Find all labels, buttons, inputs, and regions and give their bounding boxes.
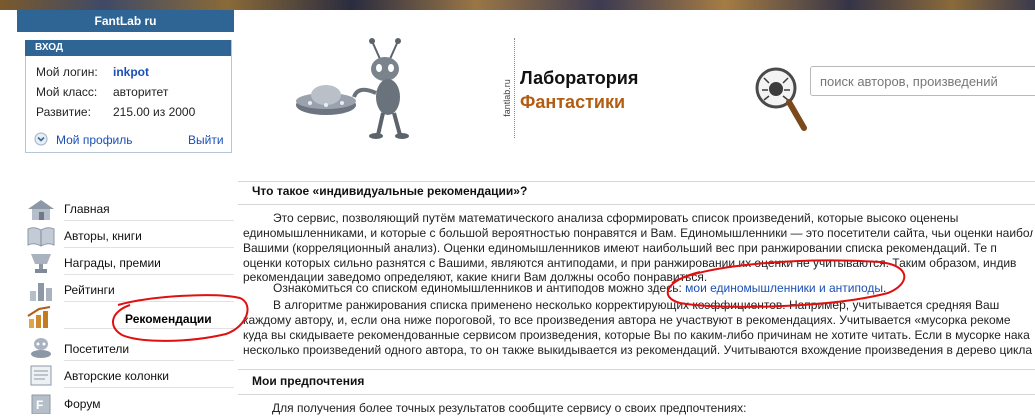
site-tag-vertical: fantlab.ru — [500, 38, 515, 138]
nav-divider — [64, 328, 234, 329]
section-divider — [238, 369, 1035, 370]
svg-text:F: F — [36, 398, 43, 412]
nav-divider — [64, 274, 234, 275]
site-tag-text: fantlab.ru — [501, 79, 512, 117]
paragraph-line: Вашими (корреляционный анализ). Оценки е… — [243, 241, 997, 255]
nav-divider — [64, 360, 234, 361]
site-name-header[interactable]: FantLab ru — [17, 10, 234, 32]
nav-item-recommendations[interactable]: Рекомендации — [125, 312, 212, 326]
nav-item-main[interactable]: Главная — [64, 202, 110, 216]
paragraph-line: единомышленниками, и которые с большой в… — [243, 226, 1033, 240]
development-label: Развитие: — [36, 105, 91, 119]
bar-chart-icon[interactable] — [25, 279, 57, 301]
friends-text: Ознакомиться со списком единомышленников… — [273, 281, 682, 295]
login-title-text: ВХОД — [35, 42, 64, 53]
section-divider — [238, 181, 1035, 182]
paragraph-line: куда вы скидываете рекомендованные серви… — [243, 328, 1030, 342]
nav-item-ratings[interactable]: Рейтинги — [64, 283, 115, 297]
alien-ufo-logo-icon[interactable] — [288, 35, 428, 140]
friends-antipodes-link[interactable]: мои единомышленники и антиподы — [685, 281, 883, 295]
paragraph-line: оценки которых сильно разнятся с Вашими,… — [243, 256, 1017, 270]
section-title-preferences: Мои предпочтения — [252, 374, 365, 388]
nav-item-awards[interactable]: Награды, премии — [64, 256, 161, 270]
nav-divider — [64, 301, 234, 302]
nav-item-visitors[interactable]: Посетители — [64, 342, 129, 356]
logo-title-line1[interactable]: Лаборатория — [520, 68, 638, 89]
newspaper-icon[interactable] — [25, 364, 57, 386]
my-profile-link[interactable]: Мой профиль — [56, 133, 133, 147]
login-panel-title: ВХОД — [25, 40, 231, 56]
class-value: авторитет — [113, 85, 169, 99]
login-value[interactable]: inkpot — [113, 65, 149, 79]
nav-item-columns[interactable]: Авторские колонки — [64, 369, 169, 383]
nav-divider — [64, 220, 234, 221]
friends-suffix: . — [883, 281, 887, 295]
house-icon[interactable] — [25, 198, 57, 220]
section-title-what-is: Что такое «индивидуальные рекомендации»? — [252, 184, 528, 198]
nav-divider — [64, 387, 234, 388]
trophy-icon[interactable] — [25, 252, 57, 274]
paragraph-line: В алгоритме ранжирования списка применен… — [273, 298, 1000, 312]
paragraph-line: Это сервис, позволяющий путём математиче… — [273, 211, 959, 225]
login-label: Мой логин: — [36, 65, 98, 79]
nav-item-authors[interactable]: Авторы, книги — [64, 229, 142, 243]
section-divider — [238, 394, 1035, 395]
top-decorative-strip — [0, 0, 1035, 10]
development-value: 215.00 из 2000 — [113, 105, 196, 119]
chevron-down-icon[interactable] — [34, 132, 48, 146]
paragraph-line: каждому автору, и, если она ниже порогов… — [243, 313, 1011, 327]
nav-item-forum[interactable]: Форум — [64, 397, 100, 411]
forum-icon[interactable]: F — [25, 392, 57, 415]
friends-paragraph: Ознакомиться со списком единомышленников… — [243, 281, 1033, 296]
magnifier-bug-icon — [752, 66, 810, 136]
search-input[interactable] — [810, 66, 1035, 96]
nav-divider — [64, 247, 234, 248]
visitor-icon[interactable] — [25, 336, 57, 358]
section-divider — [238, 204, 1035, 205]
class-label: Мой класс: — [36, 85, 98, 99]
logo-title-line2[interactable]: Фантастики — [520, 92, 625, 113]
book-icon[interactable] — [25, 225, 57, 247]
paragraph-line: несколько произведений одного автора, то… — [243, 343, 1033, 357]
chart-arrow-icon[interactable] — [25, 306, 57, 328]
logout-link[interactable]: Выйти — [188, 133, 224, 147]
